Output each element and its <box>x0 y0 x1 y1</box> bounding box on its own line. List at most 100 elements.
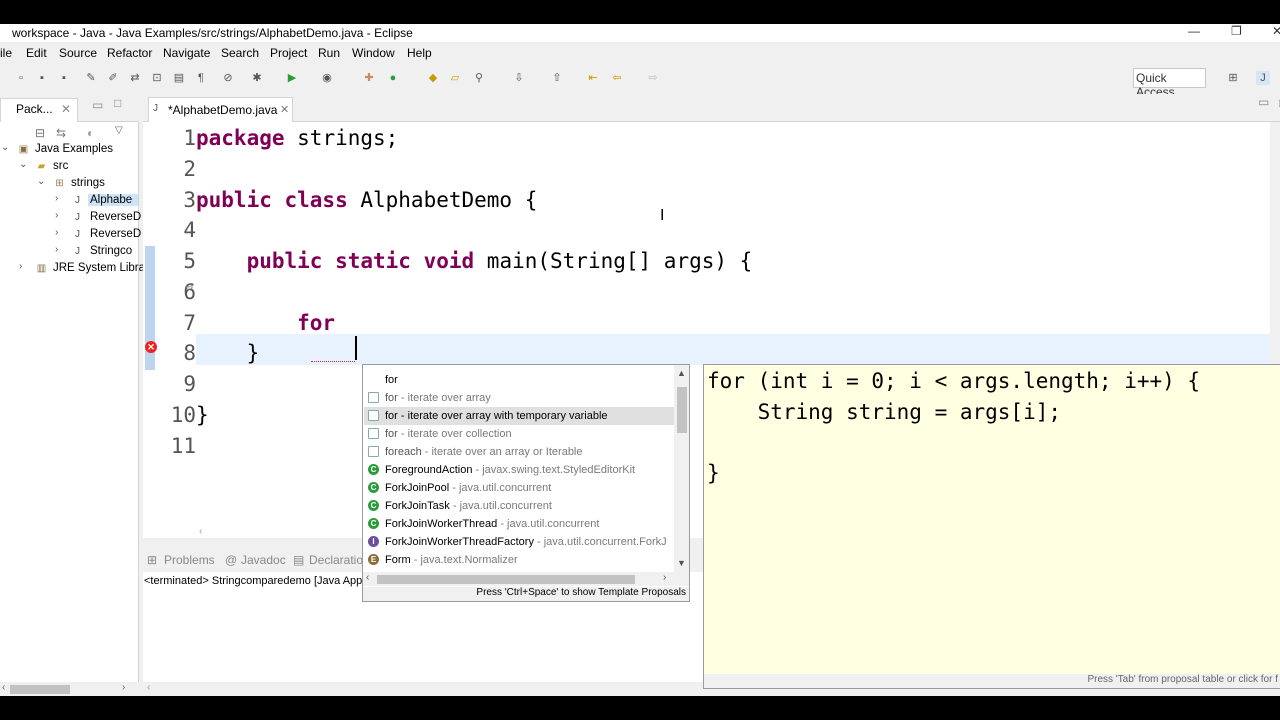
back-icon[interactable]: ⇦ <box>610 71 624 85</box>
proposal-item[interactable]: foreach - iterate over an array or Itera… <box>364 443 675 461</box>
last-edit-icon[interactable]: ⇤ <box>586 71 600 85</box>
tree-item-alphabet[interactable]: › J Alphabe <box>0 193 139 210</box>
save-all-icon[interactable]: ▪ <box>57 71 71 85</box>
code-line: } <box>196 341 260 365</box>
javadoc-icon: @ <box>225 553 238 567</box>
package-explorer-tab[interactable]: Pack... ✕ <box>0 98 78 122</box>
template-icon <box>368 392 379 403</box>
save-icon[interactable]: ▪ <box>35 71 49 85</box>
content-assist-status: Press 'Ctrl+Space' to show Template Prop… <box>363 587 689 601</box>
preview-line: for (int i = 0; i < args.length; i++) { <box>707 369 1201 393</box>
proposal-item[interactable]: for - iterate over collection <box>364 425 675 443</box>
tab-declaration[interactable]: Declaratio <box>309 553 363 567</box>
coverage-icon[interactable]: ◉ <box>320 71 334 85</box>
search-icon[interactable]: ⚲ <box>472 71 486 85</box>
main-toolbar: ▫ ▪ ▪ ✎ ✐ ⇄ ⊡ ▤ ¶ ⊘ ✱ ▶ ◉ ✚ ● ◆ ▱ ⚲ ⇩ ⇧ … <box>0 64 1280 99</box>
problems-icon: ⊞ <box>147 553 158 567</box>
maximize-view-icon[interactable]: □ <box>114 96 121 110</box>
new-icon[interactable]: ▫ <box>14 71 28 85</box>
editor-tabbar: J *AlphabetDemo.java ✕ ▭ □ <box>143 94 1280 122</box>
proposal-item[interactable]: for <box>364 371 675 389</box>
forward-icon[interactable]: ⇨ <box>646 71 660 85</box>
line-number: 2 <box>183 157 196 181</box>
editor-tab-alphabetdemo[interactable]: J *AlphabetDemo.java ✕ <box>148 97 293 122</box>
skip-breakpoints-icon[interactable]: ⊘ <box>221 71 235 85</box>
new-java-project-icon[interactable]: ✚ <box>362 71 376 85</box>
menu-window[interactable]: Window <box>352 46 395 60</box>
editor-tab-label: *AlphabetDemo.java <box>168 103 278 117</box>
line-number: 7 <box>183 311 196 335</box>
debug-icon[interactable]: ✱ <box>250 71 264 85</box>
proposal-item-selected[interactable]: for - iterate over array with temporary … <box>364 407 675 425</box>
error-marker-icon[interactable]: ✕ <box>145 341 157 353</box>
java-perspective-icon[interactable]: J <box>1256 71 1270 85</box>
scroll-thumb[interactable] <box>677 387 687 433</box>
line-number: 4 <box>183 218 196 242</box>
menu-navigate[interactable]: Navigate <box>163 46 210 60</box>
proposal-item[interactable]: C ForkJoinTask - java.util.concurrent <box>364 497 675 515</box>
minimize-view-icon[interactable]: ▭ <box>92 98 103 112</box>
code-line: public static void main(String[] args) { <box>196 249 753 273</box>
overview-ruler <box>143 122 155 538</box>
proposal-list: for for - iterate over array for - itera… <box>363 365 675 573</box>
menu-search[interactable]: Search <box>221 46 259 60</box>
menu-refactor[interactable]: Refactor <box>107 46 152 60</box>
close-tab-icon[interactable]: ✕ <box>61 102 71 116</box>
minimize-editor-icon[interactable]: ▭ <box>1258 95 1269 109</box>
proposal-item[interactable]: for - iterate over array <box>364 389 675 407</box>
class-icon: C <box>368 518 379 529</box>
java-file-icon: J <box>75 229 80 240</box>
proposal-item[interactable]: C ForegroundAction - javax.swing.text.St… <box>364 461 675 479</box>
minimize-icon[interactable]: — <box>1188 24 1200 38</box>
next-annotation-icon[interactable]: ⇩ <box>512 71 526 85</box>
restore-icon[interactable]: ❐ <box>1231 24 1242 38</box>
mouse-ibeam-cursor-icon: I <box>660 207 665 224</box>
proposal-item[interactable]: C ForkJoinPool - java.util.concurrent <box>364 479 675 497</box>
eclipse-window: workspace - Java - Java Examples/src/str… <box>0 24 1280 696</box>
run-icon[interactable]: ▶ <box>285 71 299 85</box>
close-icon[interactable]: ✕ <box>1272 24 1280 38</box>
library-icon: ▥ <box>36 263 47 274</box>
link-editor-icon[interactable]: ⇆ <box>56 126 66 140</box>
menu-edit[interactable]: Edit <box>26 46 47 60</box>
show-whitespace-icon[interactable]: ¶ <box>194 71 208 85</box>
toggle-icon[interactable]: ⇄ <box>128 71 142 85</box>
block-icon[interactable]: ▤ <box>172 71 186 85</box>
fold-icon[interactable]: ⊖ <box>185 282 193 293</box>
focus-icon[interactable]: ◐ <box>87 126 94 140</box>
package-explorer: Pack... ✕ ▭ □ ⊟ ⇆ ◐ ▽ ⌄ ▣ Java Examples … <box>0 94 145 696</box>
template-icon <box>368 446 379 457</box>
pin-icon[interactable]: ✎ <box>84 71 98 85</box>
collapse-all-icon[interactable]: ⊟ <box>35 126 45 140</box>
prev-annotation-icon[interactable]: ⇧ <box>550 71 564 85</box>
template-icon <box>368 410 379 421</box>
preview-line: } <box>707 461 720 485</box>
proposal-horizontal-scrollbar[interactable]: ‹ › <box>363 572 689 586</box>
enum-icon: E <box>368 554 379 565</box>
explorer-horizontal-scrollbar[interactable]: ‹ › <box>0 682 139 696</box>
proposal-item[interactable]: I ForkJoinWorkerThreadFactory - java.uti… <box>364 533 675 551</box>
tab-javadoc[interactable]: Javadoc <box>241 553 286 567</box>
proposal-vertical-scrollbar[interactable]: ▲ ▼ <box>674 365 689 573</box>
view-menu-icon[interactable]: ▽ <box>115 125 123 136</box>
open-type-icon[interactable]: ◆ <box>426 71 440 85</box>
tab-problems[interactable]: Problems <box>164 553 215 567</box>
scroll-thumb[interactable] <box>10 685 70 694</box>
new-class-icon[interactable]: ● <box>386 71 400 85</box>
menu-run[interactable]: Run <box>318 46 340 60</box>
scroll-thumb[interactable] <box>377 575 635 584</box>
close-tab-icon[interactable]: ✕ <box>280 103 289 116</box>
menu-project[interactable]: Project <box>270 46 307 60</box>
mark-icon[interactable]: ⊡ <box>150 71 164 85</box>
proposal-item[interactable]: E Form - java.text.Normalizer <box>364 551 675 569</box>
menu-help[interactable]: Help <box>407 46 432 60</box>
open-folder-icon[interactable]: ▱ <box>448 71 462 85</box>
menu-source[interactable]: Source <box>59 46 97 60</box>
menu-file[interactable]: ile <box>0 46 12 60</box>
proposal-item[interactable]: C ForkJoinWorkerThread - java.util.concu… <box>364 515 675 533</box>
open-perspective-icon[interactable]: ⊞ <box>1226 71 1240 85</box>
quick-access-field[interactable]: Quick Access <box>1133 68 1206 99</box>
content-assist-popup: for for - iterate over array for - itera… <box>362 364 690 602</box>
highlight-icon[interactable]: ✐ <box>106 71 120 85</box>
line-number: 5 <box>183 249 196 273</box>
